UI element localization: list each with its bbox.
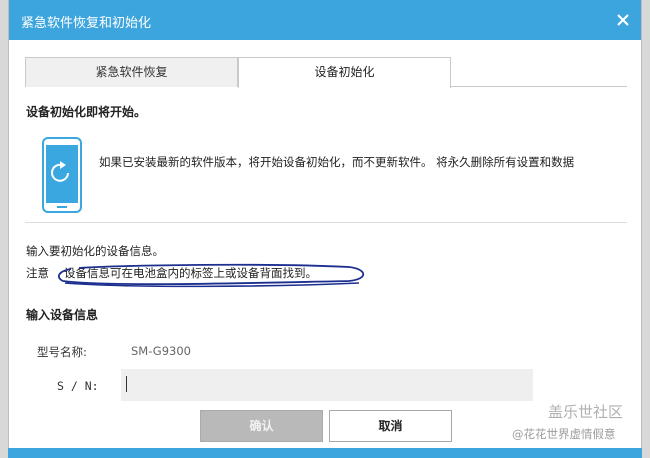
tab-device-initialization[interactable]: 设备初始化 — [238, 57, 451, 88]
section-title: 输入设备信息 — [26, 308, 99, 322]
tab-bar: 紧急软件恢复 设备初始化 — [25, 57, 627, 88]
note-label: 注意 — [26, 266, 49, 280]
tab-emergency-recovery[interactable]: 紧急软件恢复 — [25, 57, 238, 87]
dialog-window: 紧急软件恢复和初始化 紧急软件恢复 设备初始化 设备初始化即将开始。 如果已安装… — [8, 0, 642, 458]
serial-number-input[interactable] — [121, 369, 533, 401]
close-icon[interactable] — [613, 10, 633, 30]
model-name-label: 型号名称: — [37, 345, 87, 359]
model-name-value: SM-G9300 — [131, 344, 191, 358]
phone-refresh-icon — [42, 137, 82, 213]
bottom-accent-bar — [8, 448, 642, 458]
text-caret — [126, 376, 127, 392]
info-text: 输入要初始化的设备信息。 — [26, 244, 164, 258]
serial-number-label: S / N: — [57, 379, 99, 393]
confirm-button[interactable]: 确认 — [200, 410, 323, 442]
watermark-author: @花花世界虚情假意 — [512, 427, 616, 441]
divider — [25, 222, 627, 223]
title-bar: 紧急软件恢复和初始化 — [9, 0, 641, 40]
page-heading: 设备初始化即将开始。 — [26, 105, 147, 119]
watermark-logo-text: 盖乐世社区 — [548, 403, 624, 421]
cancel-button[interactable]: 取消 — [329, 410, 452, 442]
note-text: 设备信息可在电池盒内的标签上或设备背面找到。 — [64, 266, 317, 280]
description-text: 如果已安装最新的软件版本，将开始设备初始化，而不更新软件。 将永久删除所有设置和… — [99, 155, 575, 169]
window-title: 紧急软件恢复和初始化 — [21, 16, 152, 31]
